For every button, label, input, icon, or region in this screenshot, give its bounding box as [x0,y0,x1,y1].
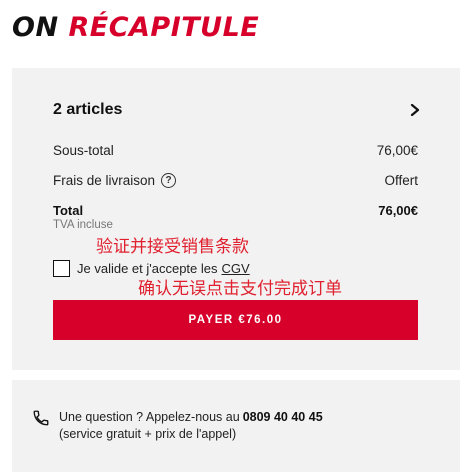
question-circle-icon[interactable]: ? [161,172,177,188]
help-phone-number[interactable]: 0809 40 40 45 [243,410,323,424]
delivery-label-group: Frais de livraison ? [53,172,177,188]
total-label: Total [53,202,84,218]
terms-checkbox[interactable] [53,259,70,277]
delivery-value: Offert [384,172,418,188]
total-row: Total 76,00€ [53,201,418,219]
delivery-label: Frais de livraison [53,172,156,188]
help-call-note: (service gratuit + prix de l'appel) [59,427,237,441]
delivery-row: Frais de livraison ? Offert [53,170,418,190]
subtotal-row: Sous-total 76,00€ [53,140,418,160]
cgv-link[interactable]: CGV [222,261,250,276]
annotation-confirm-pay: 确认无误点击支付完成订单 [138,279,342,299]
subtotal-label: Sous-total [53,142,114,158]
page-title: ON RÉCAPITULE [12,10,259,46]
pay-button[interactable]: PAYER €76.00 [53,300,418,340]
help-question-text: Une question ? Appelez-nous au [59,410,240,424]
terms-consent: Je valide et j'accepte les CGV [53,258,250,278]
chevron-right-icon [410,104,420,116]
page-title-part1: ON [12,12,59,43]
checkout-summary-page: ON RÉCAPITULE 2 articles Sous-total 76,0… [0,0,463,472]
terms-consent-label: Je valide et j'accepte les [77,260,218,276]
tax-note: TVA incluse [53,219,113,231]
terms-consent-text: Je valide et j'accepte les CGV [77,261,250,276]
articles-count-label: 2 articles [53,101,123,118]
annotation-accept-terms: 验证并接受销售条款 [96,237,249,257]
total-value: 76,00€ [378,202,418,218]
help-panel: Une question ? Appelez-nous au 0809 40 40… [12,380,460,472]
order-summary-panel: 2 articles Sous-total 76,00€ Frais de li… [12,68,460,370]
page-title-part2: RÉCAPITULE [68,12,260,43]
help-question: Une question ? Appelez-nous au 0809 40 40… [59,410,323,424]
subtotal-value: 76,00€ [376,142,418,158]
articles-toggle[interactable]: 2 articles [53,98,420,122]
